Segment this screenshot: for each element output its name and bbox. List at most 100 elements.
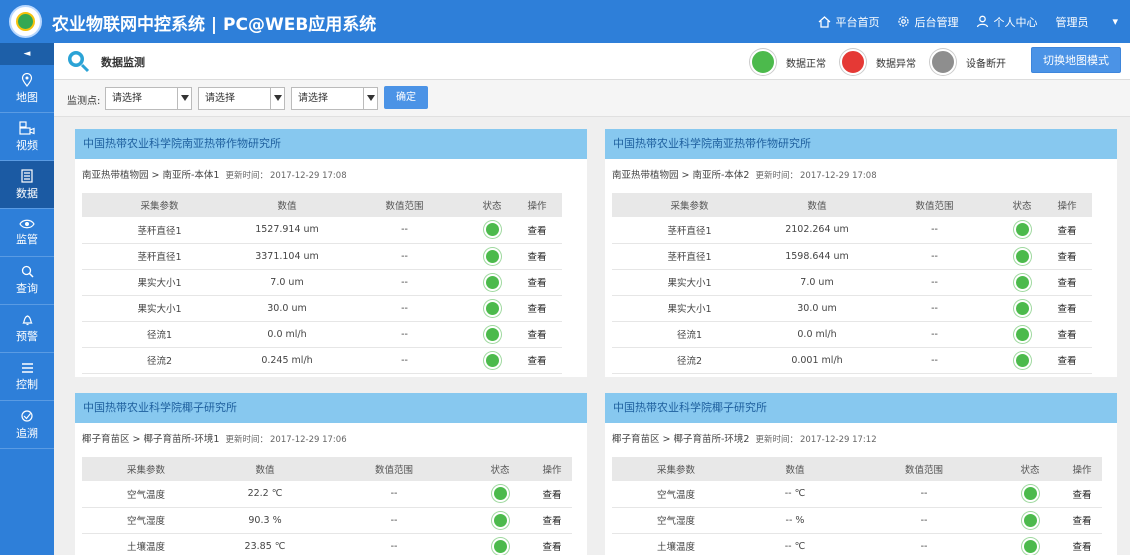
view-link[interactable]: 查看 (1072, 490, 1091, 501)
filter-label: 监测点: (67, 96, 101, 107)
status-normal-icon (483, 273, 501, 291)
monitor-point-select-3[interactable]: 请选择 (291, 87, 378, 110)
status-normal-icon (483, 351, 501, 369)
column-header: 数值 (237, 193, 337, 217)
range-cell: -- (867, 295, 1002, 322)
view-link[interactable]: 查看 (542, 542, 561, 553)
filter-bar: 监测点: 请选择 请选择 请选择 确定 (54, 80, 1130, 117)
action-cell: 查看 (512, 269, 562, 296)
chevron-down-icon: ▾ (1112, 15, 1118, 28)
update-label: 更新时间： (755, 171, 798, 181)
column-header: 状态 (998, 457, 1062, 481)
param-cell: 径流1 (82, 321, 237, 348)
monitor-point-select-1[interactable]: 请选择 (105, 87, 192, 110)
nav-home[interactable]: 平台首页 (818, 14, 879, 30)
sidebar-item-label: 控制 (16, 377, 38, 391)
action-cell: 查看 (1062, 481, 1102, 508)
view-link[interactable]: 查看 (527, 226, 546, 237)
range-cell: -- (320, 533, 468, 555)
view-link[interactable]: 查看 (542, 516, 561, 527)
sidebar-item-video[interactable]: 视频 (0, 113, 54, 161)
view-link[interactable]: 查看 (527, 278, 546, 289)
select-value: 请选择 (112, 93, 142, 104)
view-link[interactable]: 查看 (527, 304, 546, 315)
view-link[interactable]: 查看 (1057, 252, 1076, 263)
panel-title: 中国热带农业科学院椰子研究所 (75, 393, 587, 423)
nav-profile[interactable]: 个人中心 (976, 14, 1037, 30)
switch-map-mode-button[interactable]: 切换地图模式 (1031, 47, 1121, 73)
range-cell: -- (337, 295, 472, 322)
view-link[interactable]: 查看 (1057, 304, 1076, 315)
table-row: 果实大小1 30.0 um -- 查看 (612, 295, 1092, 322)
top-nav: 平台首页 后台管理 个人中心 管理员 ▾ (800, 0, 1118, 43)
legend-disconnected-label: 设备断开 (966, 58, 1006, 70)
status-normal-icon (491, 485, 509, 503)
chevron-down-icon (270, 88, 284, 109)
status-cell (472, 295, 512, 322)
range-cell: -- (850, 533, 998, 555)
param-cell: 果实大小1 (612, 295, 767, 322)
view-link[interactable]: 查看 (1057, 226, 1076, 237)
value-cell: 23.85 ℃ (210, 533, 320, 555)
nav-user[interactable]: 管理员 ▾ (1055, 14, 1118, 30)
status-normal-icon (483, 247, 501, 265)
column-header: 采集参数 (82, 457, 210, 481)
sensor-table: 采集参数 数值 数值范围 状态 操作 茎秆直径1 2102.264 um -- 查看 茎秆直径1 1… (612, 193, 1092, 374)
sidebar: ◄ 地图 视频 数据 监管 查询 预警 控制 追溯 (0, 43, 54, 555)
status-cell (998, 481, 1062, 508)
status-cell (472, 217, 512, 244)
value-cell: 30.0 um (237, 295, 337, 322)
action-cell: 查看 (1042, 217, 1092, 244)
sidebar-item-query[interactable]: 查询 (0, 257, 54, 305)
param-cell: 空气温度 (612, 481, 740, 508)
status-normal-icon (491, 511, 509, 529)
sidebar-item-label: 地图 (16, 90, 38, 104)
sidebar-item-trace[interactable]: 追溯 (0, 401, 54, 449)
view-link[interactable]: 查看 (527, 330, 546, 341)
table-row: 径流1 0.0 ml/h -- 查看 (612, 321, 1092, 348)
range-cell: -- (867, 243, 1002, 270)
confirm-button[interactable]: 确定 (384, 86, 428, 109)
update-time: 2017-12-29 17:08 (270, 171, 347, 181)
table-row: 空气湿度 90.3 % -- 查看 (82, 507, 572, 534)
status-cell (472, 243, 512, 270)
home-icon (819, 15, 831, 28)
view-link[interactable]: 查看 (1072, 542, 1091, 553)
update-time: 2017-12-29 17:12 (800, 435, 877, 445)
view-link[interactable]: 查看 (542, 490, 561, 501)
action-cell: 查看 (1042, 243, 1092, 270)
chevron-down-icon (363, 88, 377, 109)
nav-home-label: 平台首页 (835, 15, 880, 29)
view-link[interactable]: 查看 (1057, 330, 1076, 341)
action-cell: 查看 (1042, 295, 1092, 322)
user-icon (977, 15, 989, 28)
value-cell: 1527.914 um (237, 217, 337, 244)
sidebar-item-data[interactable]: 数据 (0, 161, 54, 209)
update-label: 更新时间： (755, 435, 798, 445)
sidebar-item-label: 数据 (16, 186, 38, 200)
sidebar-collapse-button[interactable]: ◄ (0, 43, 54, 65)
nav-admin[interactable]: 后台管理 (897, 14, 958, 30)
column-header: 状态 (1002, 193, 1042, 217)
column-header: 状态 (472, 193, 512, 217)
sidebar-item-control[interactable]: 控制 (0, 353, 54, 401)
value-cell: 0.0 ml/h (237, 321, 337, 348)
table-row: 茎秆直径1 3371.104 um -- 查看 (82, 243, 562, 270)
monitor-point-select-2[interactable]: 请选择 (198, 87, 285, 110)
sidebar-item-alert[interactable]: 预警 (0, 305, 54, 353)
column-header: 数值范围 (850, 457, 998, 481)
gauge-abnormal-icon (840, 49, 866, 75)
view-link[interactable]: 查看 (527, 252, 546, 263)
sidebar-item-supervise[interactable]: 监管 (0, 209, 54, 257)
update-time: 2017-12-29 17:08 (800, 171, 877, 181)
view-link[interactable]: 查看 (527, 356, 546, 367)
range-cell: -- (337, 217, 472, 244)
sidebar-item-map[interactable]: 地图 (0, 65, 54, 113)
view-link[interactable]: 查看 (1057, 278, 1076, 289)
status-cell (472, 321, 512, 348)
value-cell: -- ℃ (740, 481, 850, 508)
view-link[interactable]: 查看 (1072, 516, 1091, 527)
nav-profile-label: 个人中心 (993, 15, 1038, 29)
table-row: 空气温度 22.2 ℃ -- 查看 (82, 481, 572, 508)
view-link[interactable]: 查看 (1057, 356, 1076, 367)
